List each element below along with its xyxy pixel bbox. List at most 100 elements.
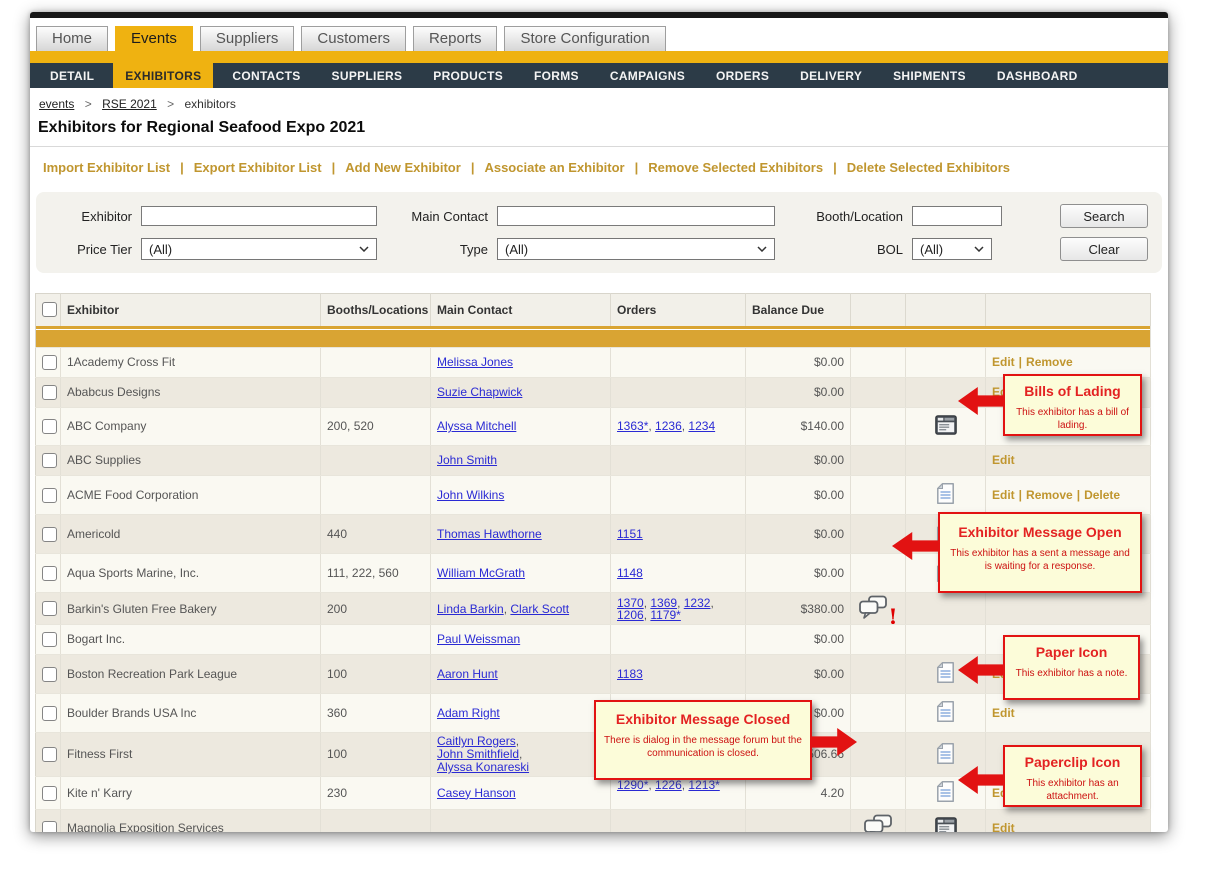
order-link[interactable]: 1206 — [617, 608, 644, 622]
callout-title: Exhibitor Message Closed — [602, 711, 804, 727]
order-link[interactable]: 1179* — [650, 608, 680, 622]
contact-link[interactable]: Linda Barkin — [437, 602, 504, 616]
subnav-exhibitors[interactable]: EXHIBITORS — [113, 63, 213, 88]
contact-link[interactable]: Casey Hanson — [437, 786, 516, 800]
row-checkbox[interactable] — [42, 601, 57, 616]
subnav-campaigns[interactable]: CAMPAIGNS — [598, 63, 697, 88]
message-open-icon[interactable]: ! — [858, 609, 897, 623]
contact-link[interactable]: Caitlyn Rogers — [437, 734, 516, 748]
subnav-products[interactable]: PRODUCTS — [421, 63, 515, 88]
tab-reports[interactable]: Reports — [413, 26, 498, 51]
remove-selected-exhibitors-link[interactable]: Remove Selected Exhibitors — [648, 160, 823, 175]
row-checkbox[interactable] — [42, 453, 57, 468]
balance-value: $0.00 — [814, 488, 844, 502]
row-checkbox[interactable] — [42, 385, 57, 400]
clear-button[interactable]: Clear — [1060, 237, 1148, 261]
edit-link[interactable]: Edit — [992, 821, 1015, 833]
row-checkbox[interactable] — [42, 527, 57, 542]
contact-link[interactable]: William McGrath — [437, 566, 525, 580]
breadcrumb-events-link[interactable]: events — [39, 97, 74, 111]
table-row: Magnolia Exposition ServicesEdit — [36, 810, 1151, 833]
add-new-exhibitor-link[interactable]: Add New Exhibitor — [345, 160, 461, 175]
order-link[interactable]: 1151 — [617, 527, 643, 541]
balance-value: $0.00 — [814, 566, 844, 580]
order-link[interactable]: 1234 — [688, 419, 715, 433]
row-checkbox[interactable] — [42, 821, 57, 833]
contact-link[interactable]: Melissa Jones — [437, 355, 513, 369]
booth-location-filter-input[interactable] — [912, 206, 1002, 226]
contact-link[interactable]: Alyssa Mitchell — [437, 419, 516, 433]
remove-link[interactable]: Remove — [1026, 488, 1073, 502]
contact-link[interactable]: Adam Right — [437, 706, 500, 720]
orders-cell: 1363*, 1236, 1234 — [611, 408, 746, 446]
delete-selected-exhibitors-link[interactable]: Delete Selected Exhibitors — [847, 160, 1010, 175]
message-closed-icon[interactable] — [863, 828, 893, 832]
breadcrumb-rse2021-link[interactable]: RSE 2021 — [102, 97, 157, 111]
message-icon-cell — [851, 733, 906, 777]
remove-link[interactable]: Remove — [1026, 355, 1073, 369]
subnav-delivery[interactable]: DELIVERY — [788, 63, 874, 88]
row-checkbox[interactable] — [42, 786, 57, 801]
order-link[interactable]: 1148 — [617, 566, 643, 580]
price-tier-select[interactable]: (All) — [141, 238, 377, 260]
order-link[interactable]: 1236 — [655, 419, 682, 433]
contact-link[interactable]: Aaron Hunt — [437, 667, 498, 681]
order-link[interactable]: 1183 — [617, 667, 643, 681]
tab-home[interactable]: Home — [36, 26, 108, 51]
order-link[interactable]: 1213* — [688, 778, 719, 792]
subnav-detail[interactable]: DETAIL — [38, 63, 106, 88]
note-icon[interactable] — [937, 672, 954, 686]
edit-link[interactable]: Edit — [992, 488, 1015, 502]
row-checkbox[interactable] — [42, 419, 57, 434]
contact-link[interactable]: Clark Scott — [510, 602, 569, 616]
order-link[interactable]: 1226 — [655, 778, 682, 792]
contact-link[interactable]: John Smithfield — [437, 747, 519, 761]
type-select[interactable]: (All) — [497, 238, 775, 260]
exhibitor-filter-input[interactable] — [141, 206, 377, 226]
tab-store-configuration[interactable]: Store Configuration — [504, 26, 665, 51]
order-link[interactable]: 1363* — [617, 419, 648, 433]
row-checkbox[interactable] — [42, 488, 57, 503]
bill-of-lading-icon[interactable] — [935, 424, 957, 438]
tab-events[interactable]: Events — [115, 26, 193, 51]
order-link[interactable]: 1290* — [617, 778, 648, 792]
row-checkbox[interactable] — [42, 747, 57, 762]
contact-link[interactable]: Suzie Chapwick — [437, 385, 522, 399]
order-link[interactable]: 1232 — [684, 596, 711, 610]
bol-select[interactable]: (All) — [912, 238, 992, 260]
row-checkbox[interactable] — [42, 355, 57, 370]
note-icon[interactable] — [937, 753, 954, 767]
search-button[interactable]: Search — [1060, 204, 1148, 228]
row-checkbox[interactable] — [42, 667, 57, 682]
subnav-shipments[interactable]: SHIPMENTS — [881, 63, 978, 88]
subnav-forms[interactable]: FORMS — [522, 63, 591, 88]
edit-link[interactable]: Edit — [992, 355, 1015, 369]
note-icon[interactable] — [937, 791, 954, 805]
note-icon[interactable] — [937, 493, 954, 507]
exhibitor-name: ABC Company — [67, 419, 146, 433]
note-icon[interactable] — [937, 711, 954, 725]
contact-link[interactable]: Paul Weissman — [437, 632, 520, 646]
edit-link[interactable]: Edit — [992, 706, 1015, 720]
bill-of-lading-icon[interactable] — [935, 826, 957, 833]
edit-link[interactable]: Edit — [992, 453, 1015, 467]
contact-link[interactable]: John Smith — [437, 453, 497, 467]
row-checkbox[interactable] — [42, 706, 57, 721]
contact-link[interactable]: Thomas Hawthorne — [437, 527, 542, 541]
import-exhibitor-list-link[interactable]: Import Exhibitor List — [43, 160, 170, 175]
subnav-dashboard[interactable]: DASHBOARD — [985, 63, 1090, 88]
select-all-checkbox[interactable] — [42, 302, 57, 317]
subnav-orders[interactable]: ORDERS — [704, 63, 781, 88]
subnav-contacts[interactable]: CONTACTS — [220, 63, 312, 88]
export-exhibitor-list-link[interactable]: Export Exhibitor List — [194, 160, 322, 175]
row-checkbox[interactable] — [42, 566, 57, 581]
contact-link[interactable]: Alyssa Konareski — [437, 760, 529, 774]
subnav-suppliers[interactable]: SUPPLIERS — [320, 63, 415, 88]
delete-link[interactable]: Delete — [1084, 488, 1120, 502]
associate-an-exhibitor-link[interactable]: Associate an Exhibitor — [484, 160, 624, 175]
tab-suppliers[interactable]: Suppliers — [200, 26, 295, 51]
contact-link[interactable]: John Wilkins — [437, 488, 504, 502]
main-contact-filter-input[interactable] — [497, 206, 775, 226]
tab-customers[interactable]: Customers — [301, 26, 406, 51]
row-checkbox[interactable] — [42, 632, 57, 647]
